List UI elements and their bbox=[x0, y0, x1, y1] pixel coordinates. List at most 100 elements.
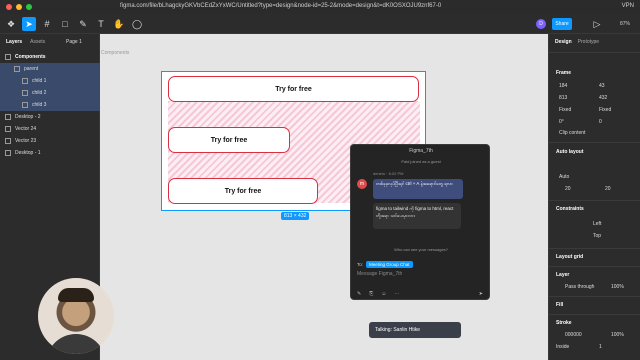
present-icon[interactable]: ▷ bbox=[590, 17, 604, 31]
pen-tool-icon[interactable]: ✎ bbox=[76, 17, 90, 31]
try-free-button-1[interactable]: Try for free bbox=[168, 76, 419, 102]
shape-tool-icon[interactable]: □ bbox=[58, 17, 72, 31]
clip-content-checkbox[interactable]: Clip content bbox=[559, 130, 585, 136]
recipient-row: To: Meeting Group Chat bbox=[357, 261, 413, 268]
tab-design[interactable]: Design bbox=[555, 39, 572, 45]
layer-item-vector-23[interactable]: Vector 23 bbox=[0, 135, 100, 147]
message-meta: denelo · 6:02 PM bbox=[373, 171, 404, 176]
right-panel-tabs: Design Prototype bbox=[549, 34, 640, 50]
share-button[interactable]: Share bbox=[552, 18, 572, 30]
zoom-level[interactable]: 87% bbox=[620, 21, 630, 27]
sender-name: denelo bbox=[373, 171, 386, 176]
layer-section-components[interactable]: Components bbox=[0, 51, 100, 63]
divider bbox=[549, 248, 640, 249]
chat-message-2[interactable]: figma to tailwind ကို figma to html, rea… bbox=[373, 203, 461, 229]
webcam-person bbox=[58, 288, 94, 302]
talking-indicator: Talking: Sanlin Htike bbox=[369, 322, 461, 338]
divider bbox=[549, 200, 640, 201]
zoom-window-icon[interactable] bbox=[26, 4, 32, 10]
layer-opacity[interactable]: 100% bbox=[611, 284, 624, 290]
stroke-position[interactable]: Inside bbox=[556, 344, 569, 350]
try-free-button-2[interactable]: Try for free bbox=[168, 127, 290, 153]
message-input[interactable]: Message Figma_7th bbox=[357, 271, 402, 277]
layer-label: parent bbox=[24, 66, 39, 72]
figma-menu-icon[interactable]: ❖ bbox=[4, 17, 18, 31]
hand-tool-icon[interactable]: ✋ bbox=[112, 17, 126, 31]
window-controls bbox=[6, 4, 32, 10]
tab-assets[interactable]: Assets bbox=[30, 39, 45, 45]
constraint-horizontal[interactable]: Left bbox=[593, 221, 601, 227]
stroke-width[interactable]: 1 bbox=[599, 344, 602, 350]
padding-field[interactable]: 20 bbox=[605, 186, 611, 192]
y-field[interactable]: 43 bbox=[599, 83, 605, 89]
layer-label: Vector 23 bbox=[15, 138, 37, 144]
divider bbox=[549, 296, 640, 297]
frame-icon bbox=[22, 90, 28, 96]
recipient-dropdown[interactable]: Meeting Group Chat bbox=[366, 261, 413, 268]
layer-item-desktop-2[interactable]: Desktop - 2 bbox=[0, 111, 100, 123]
divider bbox=[549, 142, 640, 143]
join-notice: Paid joined as a guest bbox=[401, 159, 441, 164]
text-tool-icon[interactable]: T bbox=[94, 17, 108, 31]
layer-label: child 2 bbox=[32, 90, 47, 96]
auto-layout-title: Auto layout bbox=[556, 149, 584, 155]
close-window-icon[interactable] bbox=[6, 4, 12, 10]
layer-label: child 1 bbox=[32, 78, 47, 84]
radius-field[interactable]: 0 bbox=[599, 119, 602, 125]
height-field[interactable]: 432 bbox=[599, 95, 607, 101]
stroke-opacity[interactable]: 100% bbox=[611, 332, 624, 338]
constraint-vertical[interactable]: Top bbox=[593, 233, 601, 239]
user-avatar[interactable]: D bbox=[536, 19, 546, 29]
design-panel: Design Prototype Frame 184 43 813 432 Fi… bbox=[548, 34, 640, 360]
auto-spacing[interactable]: Auto bbox=[559, 174, 569, 180]
send-icon[interactable]: ➤ bbox=[479, 291, 483, 297]
frame-tool-icon[interactable]: # bbox=[40, 17, 54, 31]
tab-prototype[interactable]: Prototype bbox=[578, 39, 599, 45]
layer-item-child-3[interactable]: child 3 bbox=[0, 99, 100, 111]
chat-toolbar: ✎ ⎘ ☺ ⋯ bbox=[357, 291, 399, 297]
comment-tool-icon[interactable]: ◯ bbox=[130, 17, 144, 31]
dimension-badge: 813 × 432 bbox=[281, 212, 310, 220]
page-selector[interactable]: Page 1 bbox=[66, 39, 82, 45]
mac-menubar: figma.com/file/bLhagckyGKVbCEdZxYxWC/Unt… bbox=[0, 0, 640, 14]
address-bar[interactable]: figma.com/file/bLhagckyGKVbCEdZxYxWC/Unt… bbox=[120, 3, 441, 9]
vpn-indicator[interactable]: VPN bbox=[622, 3, 634, 9]
blend-mode[interactable]: Pass through bbox=[565, 284, 594, 290]
emoji-icon[interactable]: ☺ bbox=[381, 291, 386, 297]
layer-item-desktop-1[interactable]: Desktop - 1 bbox=[0, 147, 100, 159]
width-field[interactable]: 813 bbox=[559, 95, 567, 101]
gap-field[interactable]: 20 bbox=[565, 186, 571, 192]
menubar-status: VPN bbox=[622, 3, 634, 9]
layer-item-parent[interactable]: parent bbox=[0, 63, 100, 75]
rotation-field[interactable]: 0° bbox=[559, 119, 564, 125]
height-mode[interactable]: Fixed bbox=[599, 107, 611, 113]
chat-message-1[interactable]: တစ်ခုခုလုပ်ပြီးရင် ctrl + A နဲ့အရောင်တွေ… bbox=[373, 179, 463, 199]
message-time: 6:02 PM bbox=[388, 171, 404, 176]
format-icon[interactable]: ✎ bbox=[357, 291, 361, 297]
x-field[interactable]: 184 bbox=[559, 83, 567, 89]
figma-toolbar: ❖ ➤ # □ ✎ T ✋ ◯ D Share ▷ 87% bbox=[0, 14, 640, 34]
to-label: To: bbox=[357, 262, 364, 267]
more-icon[interactable]: ⋯ bbox=[394, 291, 399, 297]
sender-avatar: m bbox=[357, 179, 367, 189]
attach-icon[interactable]: ⎘ bbox=[369, 291, 373, 297]
stroke-color[interactable]: 000000 bbox=[565, 332, 582, 338]
frame-icon bbox=[5, 150, 11, 156]
width-mode[interactable]: Fixed bbox=[559, 107, 571, 113]
layer-item-vector-24[interactable]: Vector 24 bbox=[0, 123, 100, 135]
move-tool-icon[interactable]: ➤ bbox=[22, 17, 36, 31]
frame-icon bbox=[5, 114, 11, 120]
frame-icon bbox=[22, 102, 28, 108]
frame-icon bbox=[22, 78, 28, 84]
layer-item-child-2[interactable]: child 2 bbox=[0, 87, 100, 99]
minimize-window-icon[interactable] bbox=[16, 4, 22, 10]
tab-layers[interactable]: Layers bbox=[6, 39, 22, 45]
try-free-button-3[interactable]: Try for free bbox=[168, 178, 318, 204]
stroke-title: Stroke bbox=[556, 320, 572, 326]
divider bbox=[549, 266, 640, 267]
layer-item-child-1[interactable]: child 1 bbox=[0, 75, 100, 87]
fill-title: Fill bbox=[556, 302, 564, 308]
divider bbox=[549, 52, 640, 53]
frame-section-title: Frame bbox=[556, 70, 572, 76]
visibility-link[interactable]: Who can see your messages? bbox=[351, 247, 491, 252]
